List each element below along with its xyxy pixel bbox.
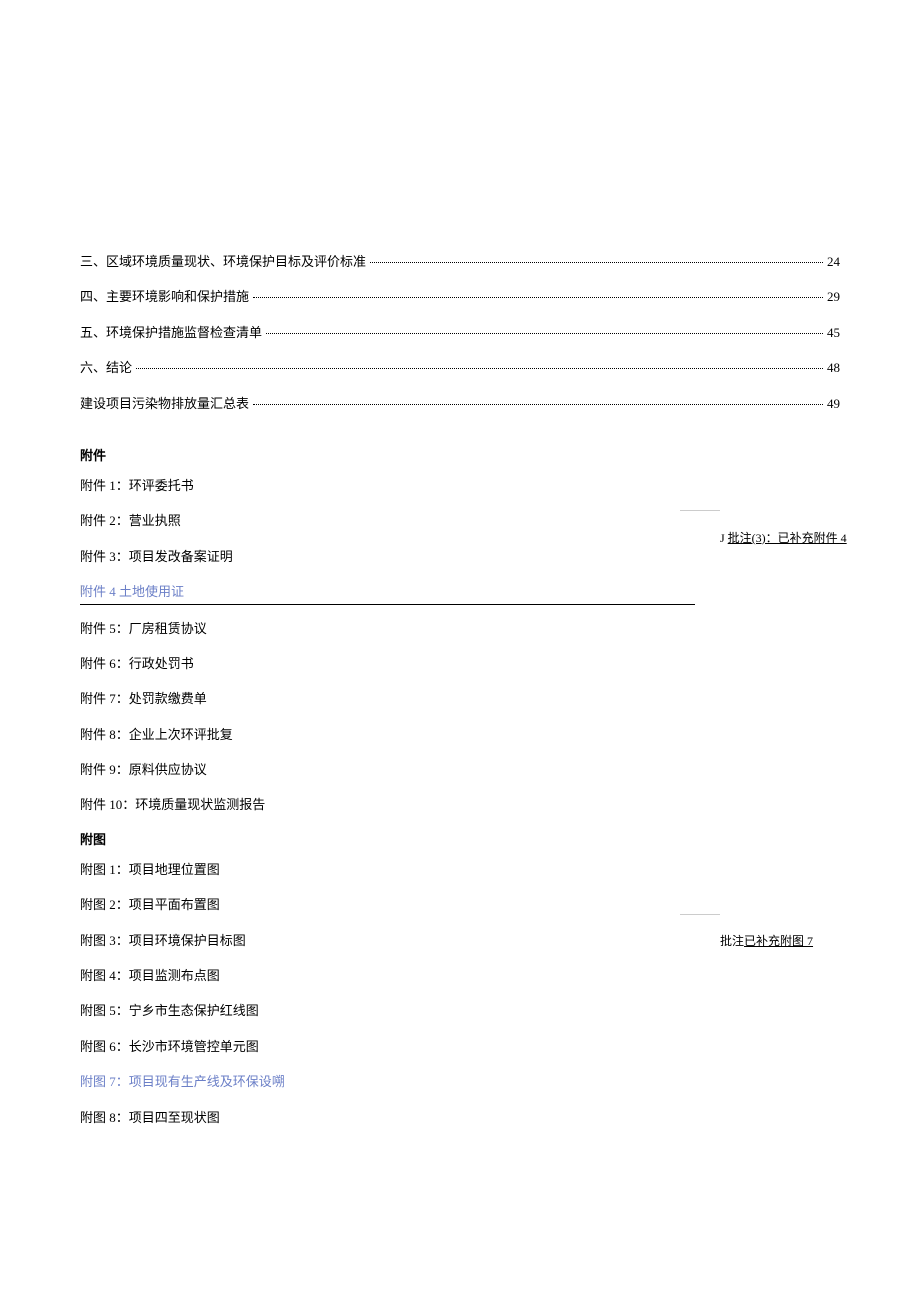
- annotation-text: 已补充附图 7: [744, 934, 813, 948]
- toc-leader-dots: [266, 333, 823, 334]
- attachments-heading: 附件: [80, 445, 840, 464]
- toc-entry: 四、主要环境影响和保护措施 29: [80, 285, 840, 308]
- toc-page-number: 45: [827, 321, 840, 344]
- attachment-item: 附件 1：环评委托书: [80, 474, 840, 497]
- figure-item: 附图 5：宁乡市生态保护红线图: [80, 999, 840, 1022]
- toc-leader-dots: [253, 297, 823, 298]
- toc-entry: 五、环境保护措施监督检查清单 45: [80, 321, 840, 344]
- toc-leader-dots: [253, 404, 823, 405]
- toc-entry: 六、结论 48: [80, 356, 840, 379]
- figure-item: 附图 2：项目平面布置图: [80, 893, 840, 916]
- figure-item-commented: 附图 7：项目现有生产线及环保设嗍: [80, 1070, 840, 1093]
- toc-page-number: 48: [827, 356, 840, 379]
- attachment-item-commented: | 附件 4 土地使用证: [80, 580, 840, 604]
- figure-item: 附图 1：项目地理位置图: [80, 858, 840, 881]
- attachment-item: 附件 6：行政处罚书: [80, 652, 840, 675]
- table-of-contents: 三、区域环境质量现状、环境保护目标及评价标准 24 四、主要环境影响和保护措施 …: [80, 250, 840, 415]
- document-page: 三、区域环境质量现状、环境保护目标及评价标准 24 四、主要环境影响和保护措施 …: [0, 0, 920, 1129]
- attachment-item: 附件 10：环境质量现状监测报告: [80, 793, 840, 816]
- comment-bracket-icon: |: [80, 580, 82, 600]
- figure-item: 附图 8：项目四至现状图: [80, 1106, 840, 1129]
- toc-page-number: 29: [827, 285, 840, 308]
- toc-entry: 建设项目污染物排放量汇总表 49: [80, 392, 840, 415]
- toc-text: 五、环境保护措施监督检查清单: [80, 321, 262, 344]
- attachment-item: 附件 8：企业上次环评批复: [80, 723, 840, 746]
- annotation-prefix: 批注: [720, 934, 744, 948]
- comment-connector-line: [680, 510, 720, 511]
- figure-label-highlighted: 附图 7：项目现有生产线及环保设嗍: [80, 1074, 285, 1089]
- figures-heading: 附图: [80, 829, 840, 848]
- attachment-item: 附件 3：项目发改备案证明: [80, 545, 840, 568]
- toc-text: 六、结论: [80, 356, 132, 379]
- comment-annotation: 批注已补充附图 7: [720, 932, 813, 949]
- attachment-item: 附件 7：处罚款缴费单: [80, 687, 840, 710]
- annotation-text: 批注(3)：已补充附件 4: [728, 531, 847, 545]
- figures-list: 附图 1：项目地理位置图 附图 2：项目平面布置图 附图 3：项目环境保护目标图…: [80, 858, 840, 1129]
- attachment-label-highlighted: 附件 4 土地使用证: [80, 584, 184, 599]
- toc-page-number: 24: [827, 250, 840, 273]
- attachment-item: 附件 5：厂房租赁协议: [80, 617, 840, 640]
- comment-connector-line: [680, 914, 720, 915]
- toc-leader-dots: [136, 368, 823, 369]
- toc-text: 建设项目污染物排放量汇总表: [80, 392, 249, 415]
- toc-leader-dots: [370, 262, 823, 263]
- figure-item: 附图 4：项目监测布点图: [80, 964, 840, 987]
- comment-annotation: J 批注(3)：已补充附件 4: [720, 529, 847, 546]
- toc-entry: 三、区域环境质量现状、环境保护目标及评价标准 24: [80, 250, 840, 273]
- figure-item: 附图 6：长沙市环境管控单元图: [80, 1035, 840, 1058]
- toc-page-number: 49: [827, 392, 840, 415]
- toc-text: 三、区域环境质量现状、环境保护目标及评价标准: [80, 250, 366, 273]
- toc-text: 四、主要环境影响和保护措施: [80, 285, 249, 308]
- attachments-list: 附件 1：环评委托书 附件 2：营业执照 附件 3：项目发改备案证明 | 附件 …: [80, 474, 840, 817]
- annotation-prefix: J: [720, 531, 728, 545]
- attachment-item: 附件 9：原料供应协议: [80, 758, 840, 781]
